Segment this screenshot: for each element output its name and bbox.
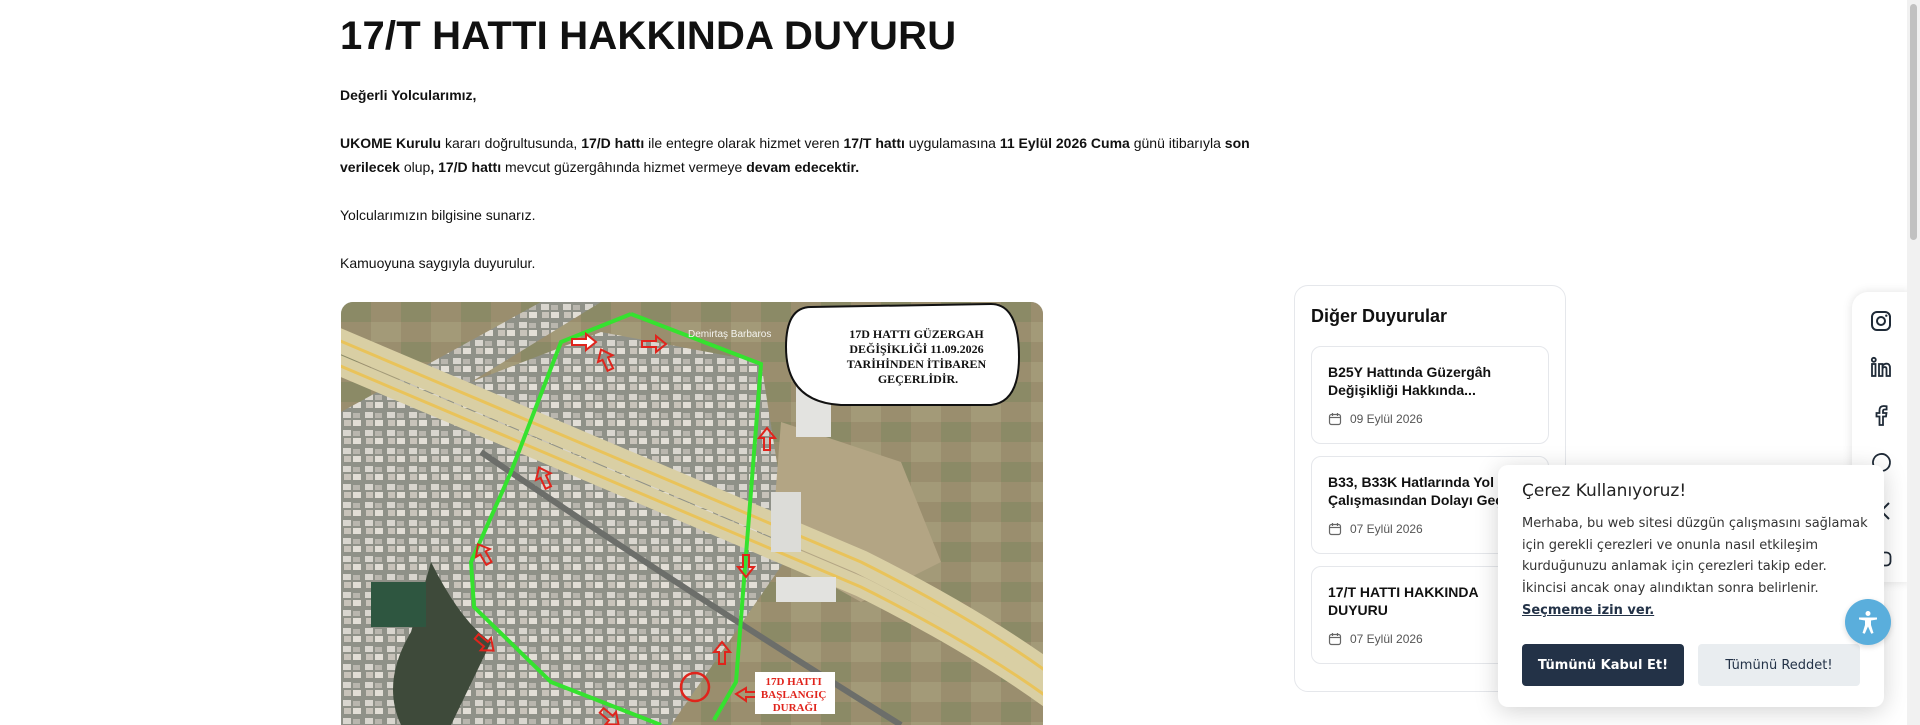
sidebar-title: Diğer Duyurular [1311, 306, 1448, 326]
closing-sentence: Kamuoyuna saygıyla duyurulur. [340, 255, 536, 271]
page-scrollbar[interactable] [1907, 0, 1920, 725]
calendar-icon [1328, 633, 1342, 646]
cookie-consent-dialog: Çerez Kullanıyoruz! Merhaba, bu web site… [1498, 465, 1884, 707]
announcement-article: 17/T HATTI HAKKINDA DUYURU Değerli Yolcu… [340, 0, 1270, 275]
cookie-text: Merhaba, bu web sitesi düzgün çalışmasın… [1522, 516, 1868, 618]
facebook-icon[interactable] [1869, 403, 1893, 427]
instagram-icon[interactable] [1869, 309, 1893, 333]
reject-all-button[interactable]: Tümünü Reddet! [1698, 644, 1860, 686]
accept-all-button[interactable]: Tümünü Kabul Et! [1522, 644, 1684, 686]
cookie-preferences-link[interactable]: Seçmeme izin ver. [1522, 603, 1654, 618]
cookie-title: Çerez Kullanıyoruz! [1522, 481, 1687, 501]
scrollbar-thumb[interactable] [1910, 4, 1917, 240]
announcement-card-title: B25Y Hattında Güzergâh Değişikliği Hakkı… [1328, 364, 1492, 398]
announcement-card-date: 07 Eylül 2026 [1328, 522, 1423, 536]
announcement-card-date: 07 Eylül 2026 [1328, 632, 1423, 646]
calendar-icon [1328, 413, 1342, 426]
accessibility-button[interactable] [1845, 599, 1891, 645]
calendar-icon [1328, 523, 1342, 536]
announcement-body: UKOME Kurulu kararı doğrultusunda, 17/D … [340, 135, 1250, 175]
announcement-card[interactable]: B25Y Hattında Güzergâh Değişikliği Hakkı… [1311, 346, 1549, 444]
announcement-card-date: 09 Eylül 2026 [1328, 412, 1423, 426]
accessibility-icon [1859, 611, 1877, 634]
route-map-image: Demirtaş Barbaros 17D HATTI GÜZERGAH DEĞ… [341, 302, 1043, 725]
greeting: Değerli Yolcularımız, [340, 87, 477, 103]
map-place-label: Demirtaş Barbaros [688, 329, 771, 340]
linkedin-icon[interactable] [1869, 355, 1893, 379]
info-sentence: Yolcularımızın bilgisine sunarız. [340, 207, 536, 223]
page-title: 17/T HATTI HAKKINDA DUYURU [340, 14, 957, 58]
